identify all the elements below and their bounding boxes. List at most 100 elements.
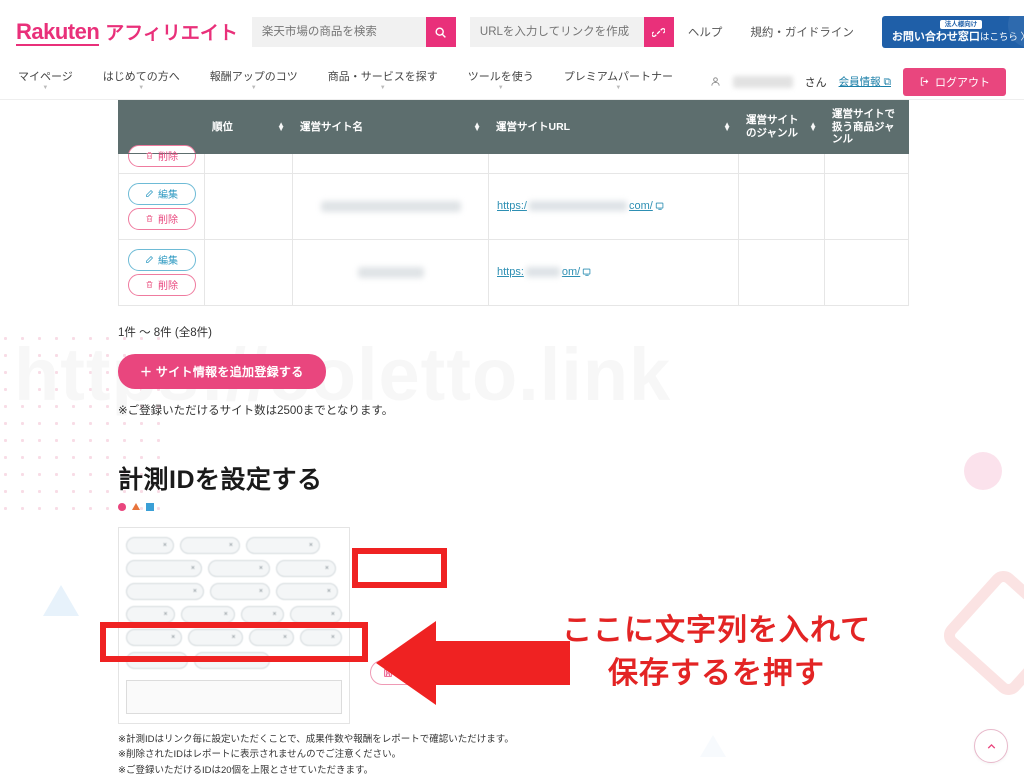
id-chip[interactable]: × [276, 582, 338, 600]
sort-icon[interactable]: ▲ ▼ [473, 120, 481, 133]
id-chip[interactable]: × [126, 582, 204, 600]
chip-remove-icon[interactable]: × [191, 565, 195, 572]
chip-remove-icon[interactable]: × [193, 588, 197, 595]
id-chip[interactable]: × [276, 559, 336, 577]
th-site-name[interactable]: 運営サイト名 ▲ ▼ [292, 100, 489, 154]
chevron-down-icon: ▼ [42, 85, 49, 91]
nav-item-premium-partner[interactable]: プレミアムパートナー ▼ [564, 71, 673, 92]
chip-remove-icon[interactable]: × [325, 565, 329, 572]
chip-row: × × × × [126, 605, 342, 623]
add-site-button[interactable]: ＋ サイト情報を追加登録する [118, 353, 326, 389]
url-suffix: com/ [628, 200, 653, 213]
page-title: 計測IDを設定する [118, 465, 323, 494]
id-chip[interactable]: × [126, 628, 183, 646]
chip-remove-icon[interactable]: × [309, 542, 313, 549]
url-masked [525, 267, 560, 278]
chip-remove-icon[interactable]: × [259, 657, 263, 664]
nav-item-find-products[interactable]: 商品・サービスを探す ▼ [328, 71, 438, 92]
th-site-genre[interactable]: 運営サイトのジャンル ▲ ▼ [738, 100, 825, 154]
nav-item-use-tools[interactable]: ツールを使う ▼ [468, 71, 534, 92]
id-chip[interactable]: × [126, 651, 188, 669]
id-chip[interactable]: × [180, 605, 235, 623]
chip-remove-icon[interactable]: × [224, 611, 228, 618]
delete-label: 削除 [158, 215, 178, 227]
edit-label: 編集 [158, 190, 178, 202]
sort-icon[interactable]: ▲ ▼ [809, 120, 817, 133]
logout-label: ログアウト [935, 76, 990, 89]
id-chip[interactable]: × [180, 536, 240, 554]
external-link-icon [583, 268, 591, 277]
site-url-link[interactable]: https:/ com/ [497, 200, 730, 212]
url-link-box[interactable] [469, 17, 674, 47]
id-chip[interactable]: × [210, 582, 270, 600]
nav-item-mypage[interactable]: マイページ ▼ [18, 71, 73, 92]
id-chip[interactable]: × [126, 536, 174, 554]
id-chip[interactable]: × [194, 651, 270, 669]
measurement-id-input[interactable] [126, 679, 342, 714]
terms-guideline-link[interactable]: 規約・ガイドライン [750, 24, 854, 40]
create-link-button[interactable] [643, 17, 674, 47]
product-search-box[interactable] [251, 17, 456, 47]
sort-icon[interactable]: ▲ ▼ [723, 120, 731, 133]
search-button[interactable] [425, 17, 456, 47]
id-chip[interactable]: × [240, 605, 284, 623]
logo-brand-text: Rakuten [16, 19, 100, 46]
chip-remove-icon[interactable]: × [163, 542, 167, 549]
note-line: ※ご登録いただけるIDは20個を上限とさせていただきます。 [118, 765, 374, 775]
th-site-url[interactable]: 運営サイトURL ▲ ▼ [488, 100, 739, 154]
url-masked [528, 201, 627, 212]
logout-icon [920, 77, 929, 86]
chip-remove-icon[interactable]: × [283, 634, 287, 641]
edit-button[interactable]: 編集 [127, 182, 196, 205]
th-rank[interactable]: 順位 ▲ ▼ [204, 100, 293, 154]
id-chip[interactable]: × [246, 536, 320, 554]
measurement-id-notes: ※計測IDはリンク毎に設定いただくことで、成果件数や報酬をレポートで確認いただけ… [118, 732, 1024, 775]
decoration-shape-row [118, 502, 1024, 511]
chip-remove-icon[interactable]: × [259, 588, 263, 595]
delete-label: 削除 [158, 281, 178, 293]
member-info-link[interactable]: 会員情報 ⧉ [839, 74, 891, 89]
chip-remove-icon[interactable]: × [331, 611, 335, 618]
chip-remove-icon[interactable]: × [327, 588, 331, 595]
id-chip[interactable]: × [126, 605, 175, 623]
nav-item-beginners[interactable]: はじめての方へ ▼ [103, 71, 180, 92]
id-chip[interactable]: × [126, 559, 202, 577]
id-chip[interactable]: × [300, 628, 342, 646]
id-chip[interactable]: × [208, 559, 270, 577]
site-url-link[interactable]: https: om/ [497, 266, 730, 278]
chip-remove-icon[interactable]: × [273, 611, 277, 618]
th-product-genre: 運営サイトで扱う商品ジャンル [824, 100, 909, 154]
nav-item-reward-tips[interactable]: 報酬アップのコツ ▼ [210, 71, 298, 92]
delete-button[interactable]: 削除 [127, 273, 196, 296]
help-link[interactable]: ヘルプ [688, 24, 723, 40]
site-header: Rakuten アフィリエイト ヘルプ 規約・ガイドライン 法人様向 [0, 0, 1024, 64]
chip-remove-icon[interactable]: × [171, 634, 175, 641]
chip-remove-icon[interactable]: × [177, 657, 181, 664]
url-input[interactable] [469, 17, 644, 47]
chip-remove-icon[interactable]: × [259, 565, 263, 572]
id-chip[interactable]: × [188, 628, 243, 646]
delete-button[interactable]: 削除 [127, 207, 196, 230]
chip-remove-icon[interactable]: × [229, 542, 233, 549]
rakuten-affiliate-logo[interactable]: Rakuten アフィリエイト [16, 18, 238, 46]
logout-button[interactable]: ログアウト [903, 67, 1006, 96]
chip-remove-icon[interactable]: × [331, 634, 335, 641]
measurement-id-panel: × × × × × × × × × × × × × × × × × × × [118, 526, 350, 724]
id-chip[interactable]: × [289, 605, 342, 623]
id-chip[interactable]: × [248, 628, 295, 646]
chip-remove-icon[interactable]: × [232, 634, 236, 641]
annotation-line-1: ここに文字列を入れて [562, 614, 872, 647]
delete-label: 削除 [158, 152, 178, 164]
url-suffix: om/ [561, 266, 581, 279]
corporate-contact-button[interactable]: 法人様向け お問い合わせ窓口はこちら 〉 [881, 15, 1024, 49]
cell-rank [204, 172, 293, 240]
edit-button[interactable]: 編集 [127, 248, 196, 271]
note-line: ※計測IDはリンク毎に設定いただくことで、成果件数や報酬をレポートで確認いただけ… [118, 733, 514, 745]
cell-site-genre [738, 238, 825, 306]
chip-remove-icon[interactable]: × [163, 611, 167, 618]
contact-main-label: お問い合わせ窓口はこちら 〉 [891, 30, 1024, 43]
search-input[interactable] [251, 17, 426, 47]
delete-button[interactable]: 削除 [127, 144, 196, 167]
sort-icon[interactable]: ▲ ▼ [277, 120, 285, 133]
nav-user-group: さん 会員情報 ⧉ ログアウト [710, 67, 1006, 96]
